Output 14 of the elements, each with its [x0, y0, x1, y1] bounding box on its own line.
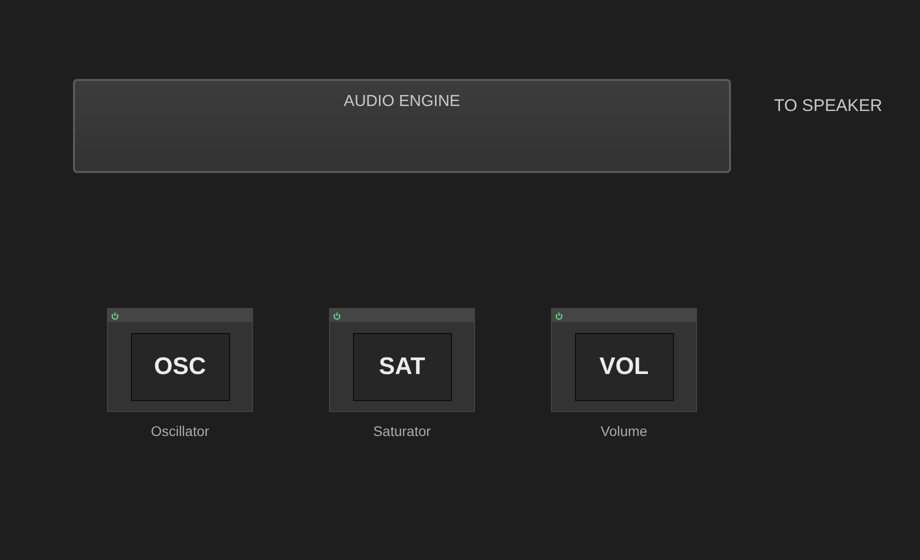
module-name: Oscillator [150, 423, 210, 439]
module-node[interactable]: SAT [329, 308, 475, 412]
output-label: TO SPEAKER [774, 96, 882, 116]
module-code: VOL [574, 332, 674, 400]
power-icon[interactable] [333, 312, 341, 320]
engine-title: AUDIO ENGINE [344, 93, 460, 112]
power-icon[interactable] [555, 312, 563, 320]
module-name: Saturator [373, 423, 431, 439]
module-name: Volume [600, 423, 648, 439]
module-code: OSC [130, 332, 230, 400]
power-icon[interactable] [111, 312, 119, 320]
module-code: SAT [352, 332, 452, 400]
module-node[interactable]: OSC [107, 308, 253, 412]
module-node[interactable]: VOL [551, 308, 697, 412]
